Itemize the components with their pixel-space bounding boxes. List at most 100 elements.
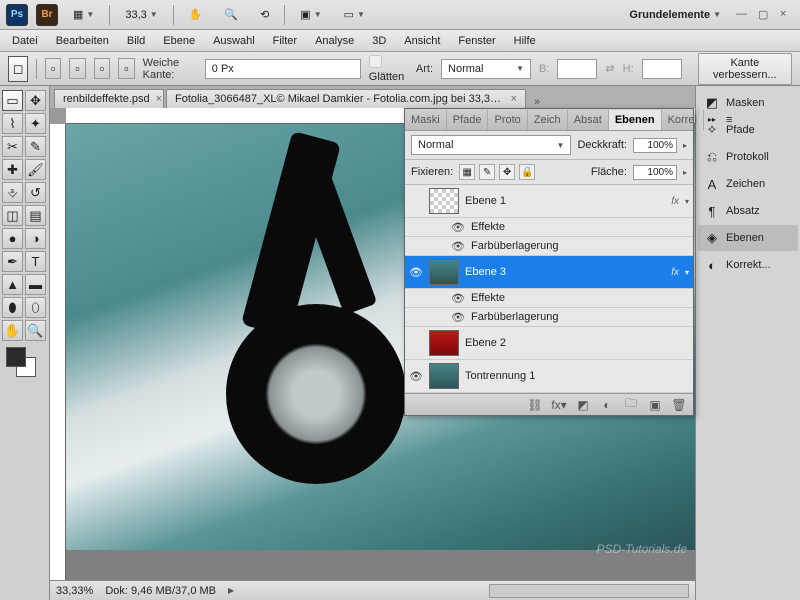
effect-item[interactable]: 👁Farbüberlagerung [405,237,693,256]
tab-overflow-icon[interactable]: » [534,96,540,108]
panel-tab-paths[interactable]: Pfade [447,110,489,130]
layer-thumbnail[interactable] [429,259,459,285]
foreground-color-swatch[interactable] [6,347,26,367]
doc-info[interactable]: Dok: 9,46 MB/37,0 MB [105,585,216,597]
fx-badge[interactable]: fx [671,267,679,278]
crop-tool[interactable]: ✂ [2,136,23,157]
delete-layer-icon[interactable]: 🗑 [671,397,687,413]
tab-close-icon[interactable]: × [511,93,517,105]
eyedropper-tool[interactable]: ✎ [25,136,46,157]
visibility-toggle[interactable]: 👁 [451,310,465,324]
visibility-toggle[interactable] [409,194,423,208]
zoom-tool-button[interactable]: 🔍 [217,4,245,26]
screen-mode-menu[interactable]: ▭ ▼ [337,4,372,26]
layer-row[interactable]: 👁 Tontrennung 1 [405,360,693,393]
visibility-toggle[interactable]: 👁 [451,291,465,305]
panel-button-character[interactable]: AZeichen [698,171,798,197]
visibility-toggle[interactable]: 👁 [409,369,423,383]
layers-panel[interactable]: Maski Pfade Proto Zeich Absat Ebenen Kor… [404,108,694,416]
adjustment-layer-icon[interactable]: ◐ [599,397,615,413]
fx-badge[interactable]: fx [671,196,679,207]
rotate-view-button[interactable]: ⟲ [253,4,276,26]
effects-group[interactable]: 👁Effekte [405,218,693,237]
panel-tab-layers[interactable]: Ebenen [609,110,662,130]
menu-image[interactable]: Bild [119,32,153,50]
menu-file[interactable]: Datei [4,32,46,50]
shape-tool[interactable]: ▬ [25,274,46,295]
tab-close-icon[interactable]: × [156,93,162,105]
history-brush-tool[interactable]: ↺ [25,182,46,203]
layer-row[interactable]: 👁 Ebene 3 fx▾ [405,256,693,289]
quick-select-tool[interactable]: ✦ [25,113,46,134]
ruler-vertical[interactable] [50,124,66,580]
pen-tool[interactable]: ✒ [2,251,23,272]
close-icon[interactable]: × [780,8,794,22]
zoom-status[interactable]: 33,33% [56,585,93,597]
document-tab[interactable]: renbildeffekte.psd× [54,89,164,108]
layer-group-icon[interactable]: 🗀 [623,397,639,413]
move-tool[interactable]: ✥ [25,90,46,111]
opacity-flyout-icon[interactable]: ▸ [683,141,687,150]
layer-row[interactable]: Ebene 2 [405,327,693,360]
layer-thumbnail[interactable] [429,330,459,356]
menu-help[interactable]: Hilfe [506,32,544,50]
blur-tool[interactable]: ● [2,228,23,249]
fill-input[interactable] [633,165,677,180]
zoom-level-dropdown[interactable]: 33,3 ▼ [118,4,164,26]
lock-pixels-icon[interactable]: ✎ [479,164,495,180]
opacity-input[interactable] [633,138,677,153]
menu-layer[interactable]: Ebene [155,32,203,50]
layer-thumbnail[interactable] [429,363,459,389]
dodge-tool[interactable]: ◑ [25,228,46,249]
visibility-toggle[interactable]: 👁 [451,239,465,253]
panel-button-masks[interactable]: ◩Masken [698,90,798,116]
lock-all-icon[interactable]: 🔒 [519,164,535,180]
panel-menu-icon[interactable]: ≡ [720,114,738,126]
style-dropdown[interactable]: Normal▼ [441,59,531,79]
layer-name[interactable]: Ebene 3 [465,266,665,278]
panel-button-history[interactable]: ⎌Protokoll [698,144,798,170]
maximize-icon[interactable]: ▢ [758,8,772,22]
layer-thumbnail[interactable] [429,188,459,214]
panel-button-paragraph[interactable]: ¶Absatz [698,198,798,224]
panel-collapse-icon[interactable]: ▸▸ [704,115,720,124]
marquee-tool[interactable]: ▭ [2,90,23,111]
fill-flyout-icon[interactable]: ▸ [683,168,687,177]
menu-filter[interactable]: Filter [265,32,305,50]
path-select-tool[interactable]: ▲ [2,274,23,295]
layer-name[interactable]: Ebene 1 [465,195,665,207]
layer-fx-icon[interactable]: fx▾ [551,397,567,413]
effect-item[interactable]: 👁Farbüberlagerung [405,308,693,327]
visibility-toggle[interactable] [409,336,423,350]
hand-tool[interactable]: ✋ [2,320,23,341]
arrange-menu[interactable]: ▣ ▼ [293,4,328,26]
bridge-icon[interactable]: Br [36,4,58,26]
layer-name[interactable]: Tontrennung 1 [465,370,689,382]
visibility-toggle[interactable]: 👁 [451,220,465,234]
hand-tool-button[interactable]: ✋ [182,4,210,26]
minimize-icon[interactable]: — [736,8,750,22]
zoom-tool[interactable]: 🔍 [25,320,46,341]
menu-select[interactable]: Auswahl [205,32,263,50]
panel-tab-masks[interactable]: Maski [405,110,447,130]
panel-tab-adjustments[interactable]: Korrel [662,110,704,130]
selection-add-icon[interactable]: ▫ [69,58,85,79]
feather-input[interactable] [205,59,361,79]
effects-group[interactable]: 👁Effekte [405,289,693,308]
refine-edge-button[interactable]: Kante verbessern... [698,53,792,85]
menu-edit[interactable]: Bearbeiten [48,32,117,50]
menu-window[interactable]: Fenster [450,32,503,50]
brush-tool[interactable]: 🖌 [25,159,46,180]
heal-tool[interactable]: ✚ [2,159,23,180]
status-menu-icon[interactable]: ▶ [228,586,234,595]
current-tool-icon[interactable]: ◻ [8,56,28,82]
menu-analysis[interactable]: Analyse [307,32,362,50]
photoshop-icon[interactable]: Ps [6,4,28,26]
panel-button-layers[interactable]: ◈Ebenen [698,225,798,251]
3d-camera-tool[interactable]: ⬯ [25,297,46,318]
selection-subtract-icon[interactable]: ▫ [94,58,110,79]
antialias-checkbox[interactable]: Glätten [369,55,408,83]
document-tab[interactable]: Fotolia_3066487_XL© Mikael Damkier - Fot… [166,89,526,108]
visibility-toggle[interactable]: 👁 [409,265,423,279]
eraser-tool[interactable]: ◫ [2,205,23,226]
